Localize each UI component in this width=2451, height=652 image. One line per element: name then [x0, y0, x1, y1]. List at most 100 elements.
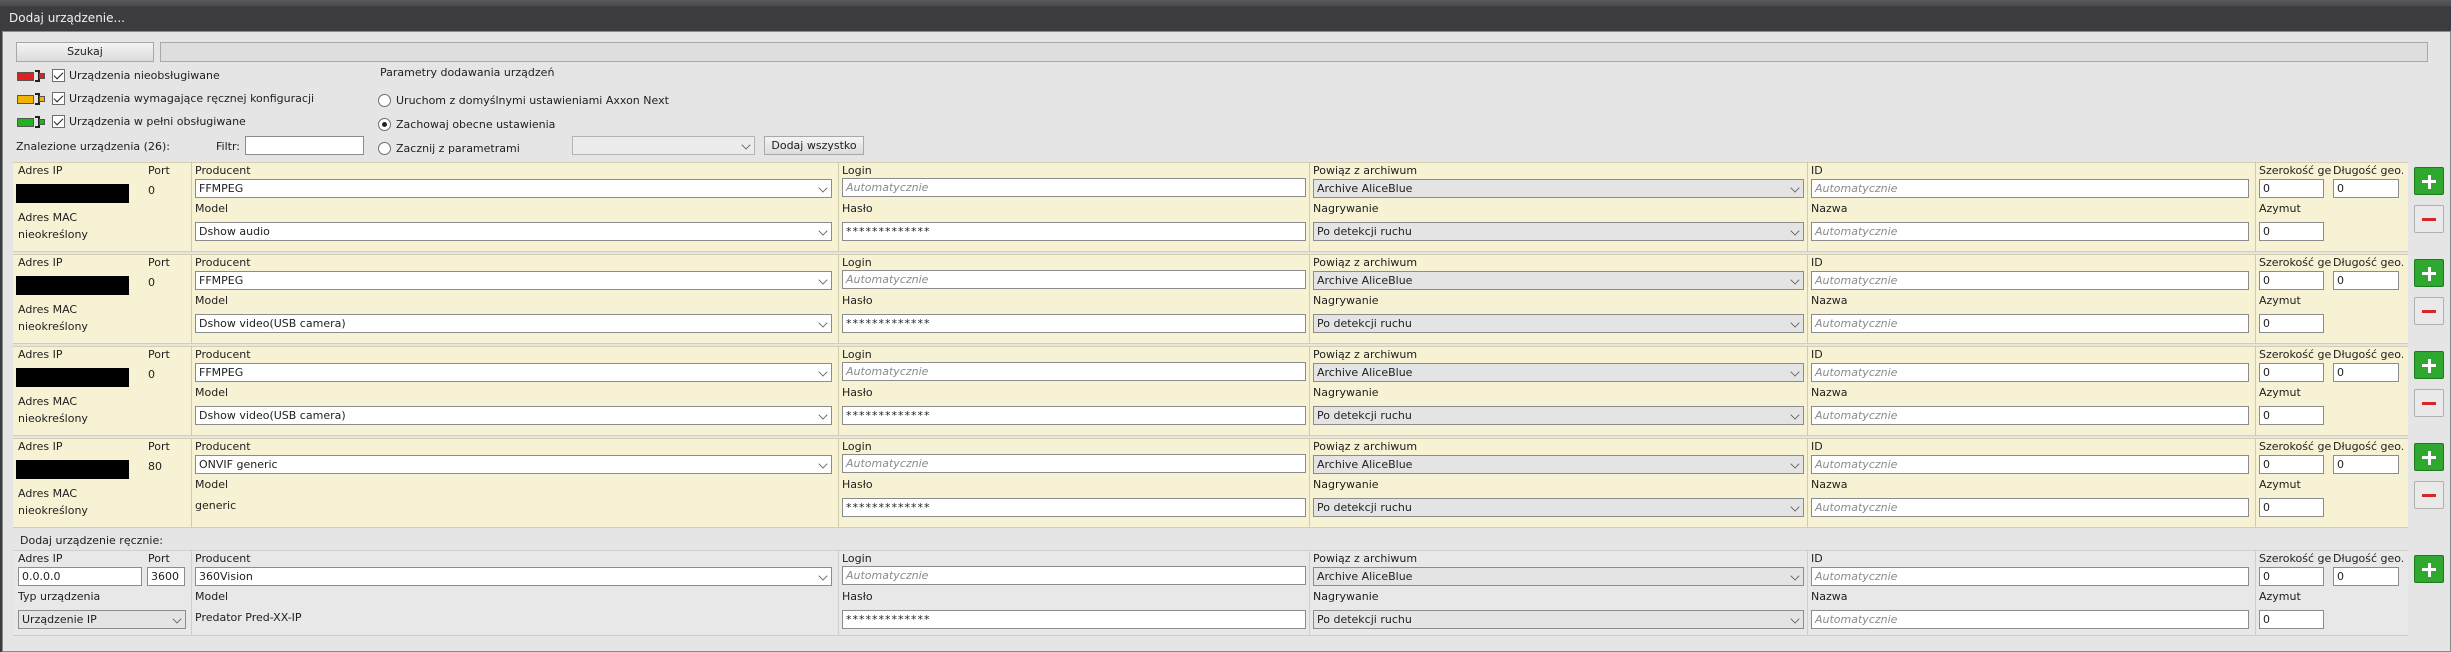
azimuth-input[interactable]: 0 — [2259, 314, 2324, 333]
password-input[interactable]: ************* — [842, 222, 1306, 241]
azimuth-input[interactable]: 0 — [2259, 406, 2324, 425]
login-input[interactable]: Automatycznie — [842, 362, 1306, 381]
chevron-down-icon — [818, 318, 828, 328]
recording-select[interactable]: Po detekcji ruchu — [1313, 314, 1804, 333]
add-device-plus-icon[interactable] — [2414, 351, 2444, 379]
add-device-plus-icon[interactable] — [2414, 555, 2444, 583]
recording-select[interactable]: Po detekcji ruchu — [1313, 222, 1804, 241]
legend-green-camera-icon — [17, 116, 45, 128]
archive-select[interactable]: Archive AliceBlue — [1313, 363, 1804, 382]
remove-device-minus-icon[interactable] — [2414, 297, 2444, 325]
params-preset-select[interactable] — [572, 136, 755, 155]
id-input[interactable]: Automatycznie — [1811, 271, 2249, 290]
port-label: Port — [148, 348, 170, 361]
model-label: Model — [195, 590, 229, 603]
params-radio-2[interactable] — [378, 142, 391, 155]
producer-select[interactable]: FFMPEG — [195, 363, 832, 382]
remove-device-minus-icon[interactable] — [2414, 205, 2444, 233]
column-divider — [838, 438, 839, 528]
latitude-input[interactable]: 0 — [2259, 455, 2324, 474]
add-device-plus-icon[interactable] — [2414, 167, 2444, 195]
password-input[interactable]: ************* — [842, 610, 1306, 629]
producer-value: FFMPEG — [199, 366, 244, 379]
password-label: Hasło — [842, 202, 873, 215]
login-input[interactable]: Automatycznie — [842, 270, 1306, 289]
model-select[interactable]: Dshow video(USB camera) — [195, 406, 832, 425]
remove-device-minus-icon[interactable] — [2414, 389, 2444, 417]
name-input[interactable]: Automatycznie — [1811, 406, 2249, 425]
name-input[interactable]: Automatycznie — [1811, 314, 2249, 333]
recording-select[interactable]: Po detekcji ruchu — [1313, 406, 1804, 425]
archive-select[interactable]: Archive AliceBlue — [1313, 179, 1804, 198]
legend-green-checkbox[interactable] — [52, 115, 65, 128]
legend-yellow-checkbox[interactable] — [52, 92, 65, 105]
latitude-input[interactable]: 0 — [2259, 363, 2324, 382]
login-input[interactable]: Automatycznie — [842, 566, 1306, 585]
id-input[interactable]: Automatycznie — [1811, 363, 2249, 382]
password-input[interactable]: ************* — [842, 498, 1306, 517]
login-input[interactable]: Automatycznie — [842, 454, 1306, 473]
longitude-input[interactable]: 0 — [2333, 179, 2399, 198]
recording-select[interactable]: Po detekcji ruchu — [1313, 498, 1804, 517]
azimuth-label: Azymut — [2259, 294, 2301, 307]
params-radio-0[interactable] — [378, 94, 391, 107]
name-placeholder: Automatycznie — [1815, 317, 1898, 330]
add-all-button[interactable]: Dodaj wszystko — [764, 136, 864, 155]
latitude-input[interactable]: 0 — [2259, 179, 2324, 198]
name-input[interactable]: Automatycznie — [1811, 222, 2249, 241]
recording-select[interactable]: Po detekcji ruchu — [1313, 610, 1804, 629]
password-input[interactable]: ************* — [842, 314, 1306, 333]
archive-select[interactable]: Archive AliceBlue — [1313, 455, 1804, 474]
params-title: Parametry dodawania urządzeń — [380, 66, 555, 79]
azimuth-input[interactable]: 0 — [2259, 498, 2324, 517]
chevron-down-icon — [1790, 459, 1800, 469]
latitude-input[interactable]: 0 — [2259, 567, 2324, 586]
password-input[interactable]: ************* — [842, 406, 1306, 425]
longitude-input[interactable]: 0 — [2333, 455, 2399, 474]
filter-input[interactable] — [245, 136, 364, 155]
producer-select[interactable]: 360Vision — [195, 567, 832, 586]
mac-value: nieokreślony — [18, 228, 88, 241]
port-label: Port — [148, 164, 170, 177]
longitude-input[interactable]: 0 — [2333, 363, 2399, 382]
add-device-plus-icon[interactable] — [2414, 259, 2444, 287]
device-type-select[interactable]: Urządzenie IP — [18, 610, 186, 629]
mac-value: nieokreślony — [18, 504, 88, 517]
azimuth-input[interactable]: 0 — [2259, 222, 2324, 241]
manual-port-input[interactable]: 3600 — [147, 567, 185, 586]
camera-body — [17, 72, 34, 81]
manual-section-title: Dodaj urządzenie ręcznie: — [20, 534, 163, 547]
latitude-input[interactable]: 0 — [2259, 271, 2324, 290]
search-button[interactable]: Szukaj — [16, 42, 154, 62]
archive-select[interactable]: Archive AliceBlue — [1313, 567, 1804, 586]
model-select[interactable]: Dshow video(USB camera) — [195, 314, 832, 333]
producer-select[interactable]: FFMPEG — [195, 179, 832, 198]
id-input[interactable]: Automatycznie — [1811, 179, 2249, 198]
manual-ip-input[interactable]: 0.0.0.0 — [18, 567, 142, 586]
azimuth-input[interactable]: 0 — [2259, 610, 2324, 629]
archive-select[interactable]: Archive AliceBlue — [1313, 271, 1804, 290]
recording-value: Po detekcji ruchu — [1317, 225, 1412, 238]
name-input[interactable]: Automatycznie — [1811, 610, 2249, 629]
legend-red-checkbox[interactable] — [52, 69, 65, 82]
password-label: Hasło — [842, 294, 873, 307]
recording-label: Nagrywanie — [1313, 590, 1379, 603]
producer-select[interactable]: FFMPEG — [195, 271, 832, 290]
chevron-down-icon — [1790, 318, 1800, 328]
name-input[interactable]: Automatycznie — [1811, 498, 2249, 517]
longitude-input[interactable]: 0 — [2333, 271, 2399, 290]
login-input[interactable]: Automatycznie — [842, 178, 1306, 197]
id-label: ID — [1811, 348, 1823, 361]
producer-select[interactable]: ONVIF generic — [195, 455, 832, 474]
device-type-label: Typ urządzenia — [18, 590, 101, 603]
remove-device-minus-icon[interactable] — [2414, 481, 2444, 509]
longitude-input[interactable]: 0 — [2333, 567, 2399, 586]
id-input[interactable]: Automatycznie — [1811, 567, 2249, 586]
model-label: Model — [195, 202, 229, 215]
model-select[interactable]: Dshow audio — [195, 222, 832, 241]
params-radio-1[interactable] — [378, 118, 391, 131]
add-device-plus-icon[interactable] — [2414, 443, 2444, 471]
password-label: Hasło — [842, 590, 873, 603]
id-input[interactable]: Automatycznie — [1811, 455, 2249, 474]
column-divider — [191, 550, 192, 636]
